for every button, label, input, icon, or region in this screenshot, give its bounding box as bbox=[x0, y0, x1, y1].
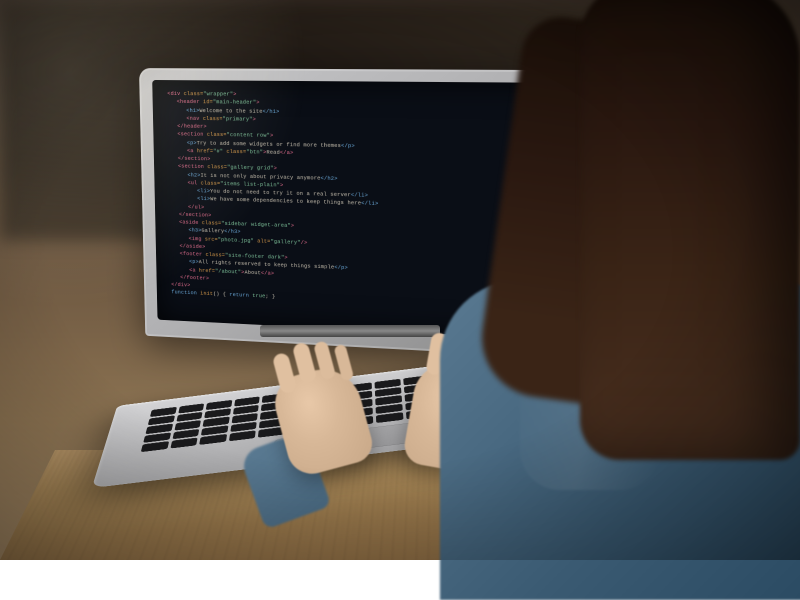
keyboard-key bbox=[376, 412, 403, 423]
person-over-shoulder bbox=[420, 0, 800, 580]
keyboard-key bbox=[228, 430, 255, 441]
photo-scene: <div class="wrapper"><header id="main-he… bbox=[0, 0, 800, 560]
laptop-hinge bbox=[260, 325, 440, 337]
keyboard-key bbox=[199, 434, 227, 445]
keyboard-key bbox=[141, 441, 169, 452]
keyboard-key bbox=[170, 438, 198, 449]
hair-main bbox=[580, 0, 800, 460]
